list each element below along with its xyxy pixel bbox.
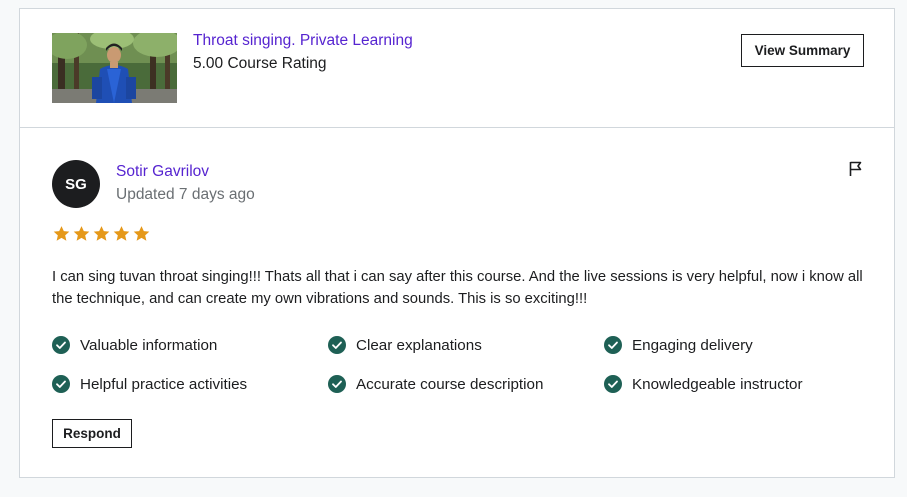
star-icon bbox=[53, 226, 70, 241]
flag-icon bbox=[849, 161, 862, 176]
tag-label: Clear explanations bbox=[356, 336, 482, 354]
course-title-link[interactable]: Throat singing. Private Learning bbox=[193, 32, 413, 50]
avatar-initials: SG bbox=[65, 175, 87, 193]
tag-label: Helpful practice activities bbox=[80, 375, 248, 393]
check-circle-icon bbox=[328, 375, 346, 393]
reviewer-name-link[interactable]: Sotir Gavrilov bbox=[116, 163, 209, 181]
star-rating bbox=[52, 225, 151, 243]
tag-engaging-delivery: Engaging delivery bbox=[604, 336, 753, 354]
course-thumbnail-image bbox=[52, 33, 177, 103]
tag-accurate-course-description: Accurate course description bbox=[328, 375, 543, 393]
flag-review-button[interactable] bbox=[847, 160, 865, 178]
tag-clear-explanations: Clear explanations bbox=[328, 336, 482, 354]
check-circle-icon bbox=[52, 336, 70, 354]
star-icon bbox=[73, 226, 90, 241]
review-timestamp: Updated 7 days ago bbox=[116, 186, 255, 203]
check-circle-icon bbox=[328, 336, 346, 354]
course-header: Throat singing. Private Learning 5.00 Co… bbox=[20, 9, 894, 128]
avatar: SG bbox=[52, 160, 100, 208]
check-circle-icon bbox=[604, 336, 622, 354]
tag-helpful-practice-activities: Helpful practice activities bbox=[52, 375, 247, 393]
star-icon bbox=[113, 226, 130, 241]
view-summary-button[interactable]: View Summary bbox=[741, 34, 864, 67]
review-text: I can sing tuvan throat singing!!! Thats… bbox=[52, 269, 863, 307]
star-icon bbox=[93, 226, 110, 241]
course-rating: 5.00 Course Rating bbox=[193, 55, 327, 72]
check-circle-icon bbox=[52, 375, 70, 393]
star-icon bbox=[133, 226, 150, 241]
tag-label: Accurate course description bbox=[356, 375, 544, 393]
check-circle-icon bbox=[604, 375, 622, 393]
course-thumbnail[interactable] bbox=[52, 33, 177, 103]
tag-knowledgeable-instructor: Knowledgeable instructor bbox=[604, 375, 803, 393]
tag-label: Valuable information bbox=[80, 336, 218, 354]
respond-button[interactable]: Respond bbox=[52, 419, 132, 448]
tag-label: Engaging delivery bbox=[632, 336, 753, 354]
tag-label: Knowledgeable instructor bbox=[632, 375, 803, 393]
tag-valuable-information: Valuable information bbox=[52, 336, 217, 354]
review-card: Throat singing. Private Learning 5.00 Co… bbox=[19, 8, 895, 478]
